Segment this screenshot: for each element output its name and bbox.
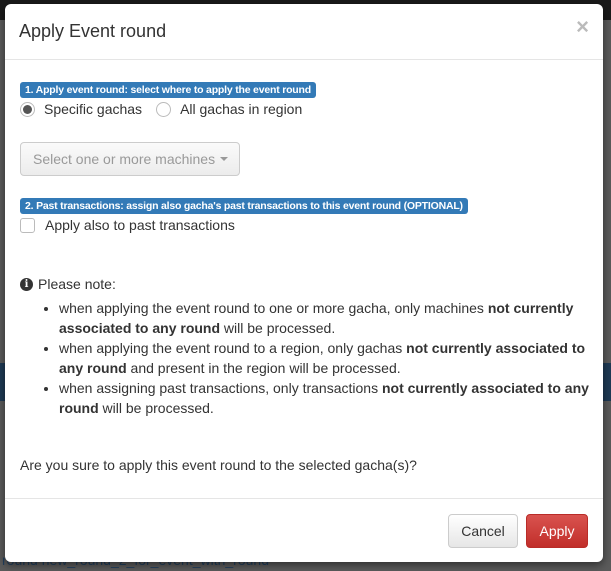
note-text: will be processed. bbox=[98, 400, 214, 416]
machines-multiselect-placeholder: Select one or more machines bbox=[33, 151, 216, 167]
radio-indicator[interactable] bbox=[156, 101, 172, 117]
note-text: when applying the event round to one or … bbox=[59, 300, 488, 316]
modal-title: Apply Event round bbox=[19, 21, 167, 41]
caret-down-icon bbox=[220, 157, 229, 161]
note-heading: i Please note: bbox=[20, 276, 116, 292]
apply-target-radio-group: Specific gachas All gachas in region bbox=[20, 101, 316, 117]
confirmation-question: Are you sure to apply this event round t… bbox=[20, 457, 417, 473]
apply-event-round-modal: Apply Event round × 1. Apply event round… bbox=[5, 4, 603, 562]
radio-label: All gachas in region bbox=[180, 101, 303, 117]
info-circle-icon: i bbox=[20, 277, 33, 291]
modal-header: Apply Event round × bbox=[5, 4, 603, 60]
section1-label: 1. Apply event round: select where to ap… bbox=[20, 82, 316, 98]
checkbox-label: Apply also to past transactions bbox=[45, 217, 235, 233]
close-button[interactable]: × bbox=[576, 16, 589, 38]
apply-button[interactable]: Apply bbox=[526, 514, 588, 548]
radio-all-gachas-in-region[interactable]: All gachas in region bbox=[156, 101, 302, 117]
note-text: will be processed. bbox=[220, 320, 336, 336]
note-text: when assigning past transactions, only t… bbox=[59, 380, 382, 396]
note-item: when applying the event round to one or … bbox=[59, 298, 594, 338]
note-item: when assigning past transactions, only t… bbox=[59, 378, 594, 418]
past-transactions-checkbox[interactable] bbox=[20, 217, 35, 233]
section2-label: 2. Past transactions: assign also gacha'… bbox=[20, 198, 468, 214]
note-list: when applying the event round to one or … bbox=[20, 298, 594, 418]
radio-selected-indicator[interactable] bbox=[20, 101, 35, 117]
radio-label: Specific gachas bbox=[44, 101, 143, 117]
modal-footer: Cancel Apply bbox=[5, 498, 603, 563]
radio-specific-gachas[interactable]: Specific gachas bbox=[20, 101, 142, 117]
note-text: when applying the event round to a regio… bbox=[59, 340, 407, 356]
machines-multiselect[interactable]: Select one or more machines bbox=[20, 142, 240, 176]
close-icon: × bbox=[576, 14, 589, 39]
cancel-button[interactable]: Cancel bbox=[448, 514, 518, 548]
note-item: when applying the event round to a regio… bbox=[59, 338, 594, 378]
note-text: and present in the region will be proces… bbox=[126, 360, 401, 376]
past-transactions-checkbox-row[interactable]: Apply also to past transactions bbox=[20, 217, 235, 233]
note-heading-text: Please note: bbox=[38, 276, 116, 292]
